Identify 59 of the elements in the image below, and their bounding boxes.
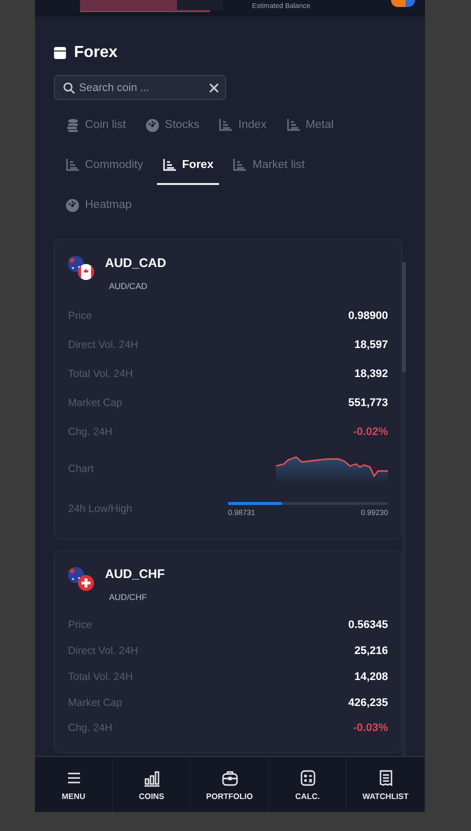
stat-label: Total Vol. 24H	[68, 671, 133, 683]
category-tab[interactable]: Stocks	[140, 105, 206, 145]
stat-label: Direct Vol. 24H	[68, 338, 138, 350]
stat-label: Price	[68, 619, 92, 631]
search-input[interactable]: Search coin ...	[79, 82, 205, 94]
close-icon[interactable]	[209, 82, 219, 92]
category-tab[interactable]: Commodity	[60, 145, 150, 185]
stat-label: Total Vol. 24H	[68, 368, 133, 380]
folder-icon	[54, 47, 66, 59]
currency-pair-flags-icon	[68, 256, 94, 280]
category-tab[interactable]: Heatmap	[60, 185, 138, 225]
stat-label: Chg. 24H	[68, 722, 112, 734]
category-tab[interactable]: Market list	[227, 145, 311, 185]
stat-label: Market Cap	[68, 697, 122, 709]
chart-icon	[219, 119, 232, 131]
search-icon	[63, 82, 75, 94]
stat-label: Price	[68, 310, 92, 322]
pair-symbol: AUD_CHF	[105, 567, 165, 581]
search-field[interactable]: Search coin ...	[54, 75, 226, 100]
change-value: -0.02%	[353, 426, 388, 438]
stat-value: 426,235	[348, 697, 388, 709]
stat-label: 24h Low/High	[68, 503, 132, 515]
chart-icon	[66, 159, 79, 171]
currency-pair-flags-icon	[68, 567, 94, 591]
stat-value: 551,773	[348, 396, 388, 408]
category-tab[interactable]: Index	[213, 105, 273, 145]
stat-label: Market Cap	[68, 396, 122, 408]
nav-button[interactable]: COINS	[113, 757, 191, 812]
category-tab[interactable]: Coin list	[60, 105, 132, 145]
gauge-icon	[66, 198, 79, 212]
stat-label: Direct Vol. 24H	[68, 645, 138, 657]
nav-button[interactable]: CALC.	[269, 757, 347, 812]
stat-value: 18,392	[354, 368, 388, 380]
stat-label: Chart	[68, 462, 94, 474]
category-tab[interactable]: Forex	[157, 145, 220, 185]
stat-value: 25,216	[354, 645, 388, 657]
calculator-icon	[298, 768, 316, 786]
change-value: -0.03%	[353, 722, 388, 734]
stat-label: Chg. 24H	[68, 426, 112, 438]
briefcase-icon	[220, 768, 238, 786]
stat-value: 0.98900	[348, 310, 388, 322]
chart-icon	[163, 159, 176, 171]
coin-stack-icon	[66, 118, 79, 132]
category-tab[interactable]: Metal	[280, 105, 340, 145]
avatar[interactable]	[391, 0, 415, 7]
nav-button[interactable]: PORTFOLIO	[191, 757, 269, 812]
gauge-icon	[146, 118, 159, 132]
pair-name: AUD/CHF	[109, 592, 148, 602]
stat-value: 18,597	[354, 338, 388, 350]
chart-icon	[233, 159, 246, 171]
chart-icon	[286, 119, 300, 131]
nav-button[interactable]: WATCHLIST	[347, 757, 425, 812]
stat-value: 0.56345	[348, 619, 388, 631]
nav-button[interactable]: MENU	[35, 757, 113, 812]
pair-symbol: AUD_CAD	[105, 256, 166, 270]
stat-value: 14,208	[354, 671, 388, 683]
pair-name: AUD/CAD	[109, 281, 148, 291]
bar-chart-icon	[142, 768, 160, 786]
page-title: Forex	[74, 44, 118, 62]
